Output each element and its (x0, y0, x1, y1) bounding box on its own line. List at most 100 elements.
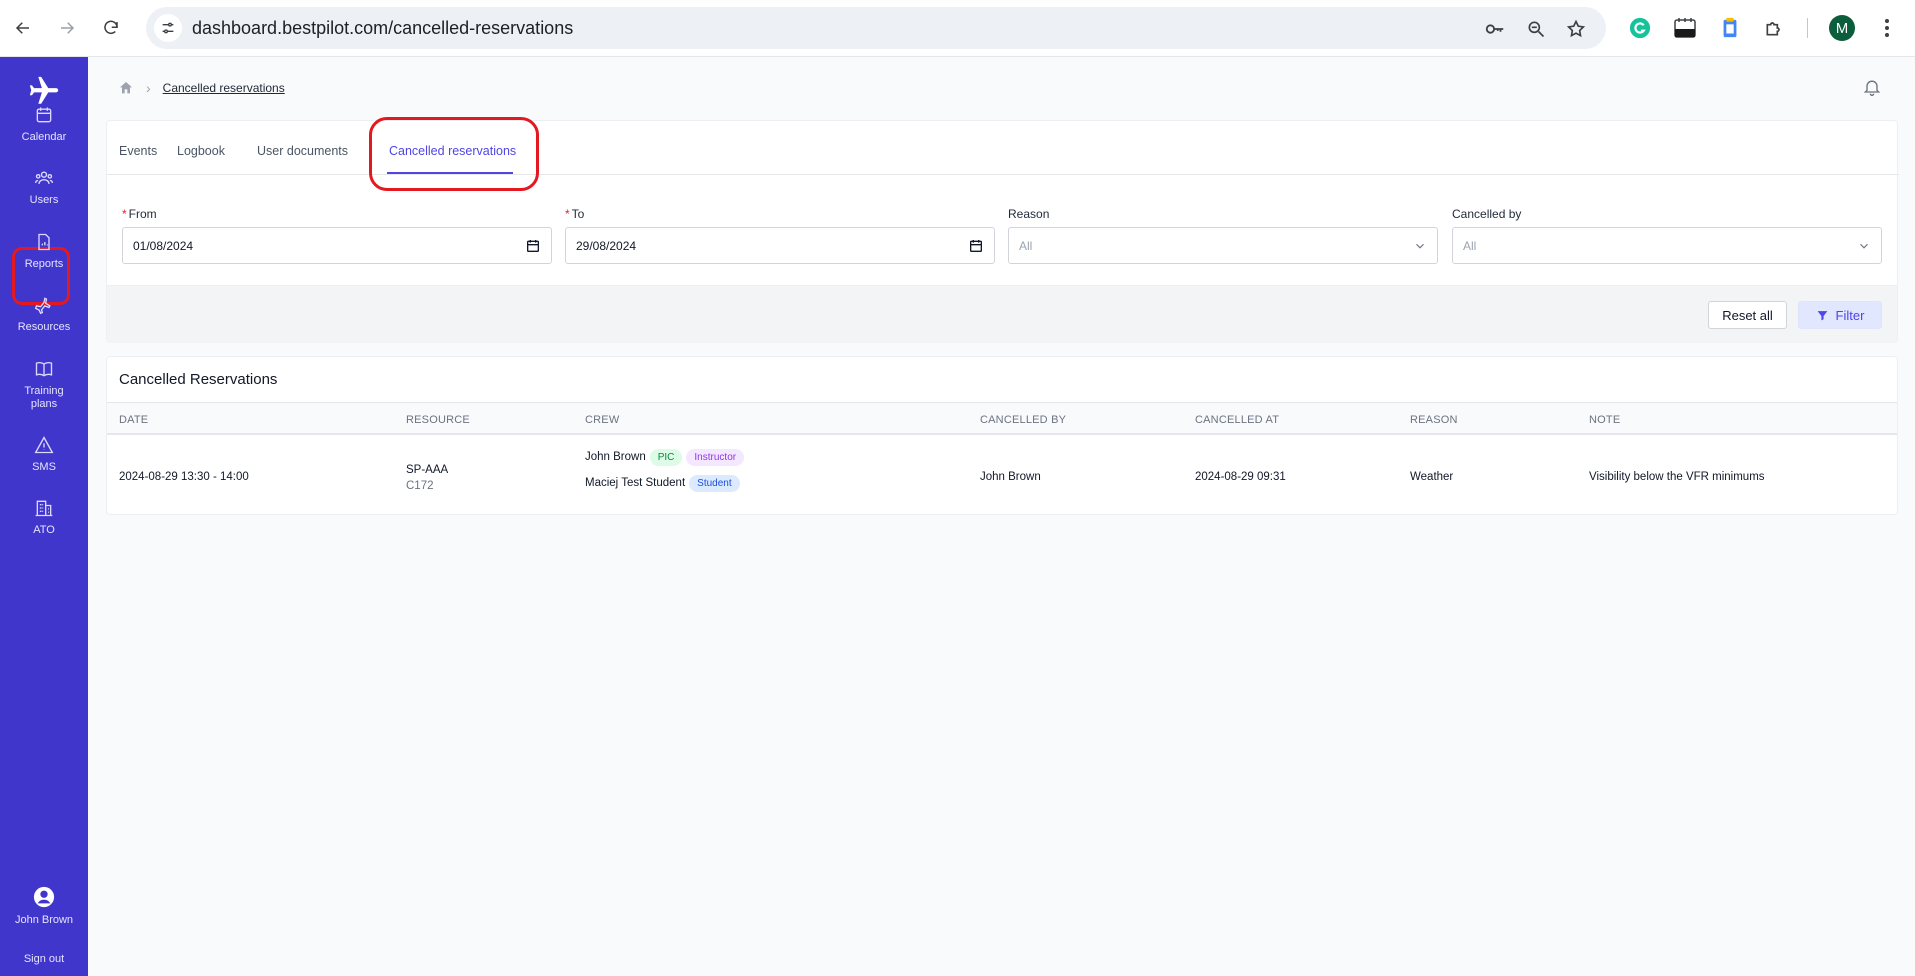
sidebar: Calendar Users Reports Resources Trainin… (0, 57, 88, 976)
url-text[interactable]: dashboard.bestpilot.com/cancelled-reserv… (192, 18, 573, 39)
menu-dots-icon[interactable] (1875, 16, 1899, 40)
to-label: * To (565, 207, 585, 221)
breadcrumb: › Cancelled reservations (118, 80, 285, 96)
row-resource-type: C172 (406, 480, 434, 492)
key-icon[interactable] (1484, 18, 1506, 40)
bell-icon[interactable] (1862, 77, 1882, 97)
calendar-picker-icon[interactable] (525, 238, 541, 254)
sidebar-item-training-plans[interactable]: Training plans (8, 359, 80, 411)
cancelled-by-select[interactable]: All (1452, 227, 1882, 264)
sidebar-item-resources[interactable]: Resources (8, 295, 80, 334)
to-date-input[interactable]: 29/08/2024 (565, 227, 995, 264)
new-extension-icon[interactable] (1673, 16, 1697, 40)
sidebar-item-ato[interactable]: ATO (8, 498, 80, 537)
users-icon (35, 171, 53, 184)
filter-button-label: Filter (1835, 307, 1865, 323)
tab-logbook[interactable]: Logbook (177, 144, 225, 158)
from-date-value: 01/08/2024 (133, 238, 194, 253)
column-header-crew[interactable]: CREW (585, 414, 619, 426)
role-badge-student: Student (689, 474, 740, 492)
sidebar-item-label: Calendar (21, 131, 67, 143)
tab-highlight (369, 117, 539, 191)
site-info-icon[interactable] (154, 14, 182, 42)
from-date-input[interactable]: 01/08/2024 (122, 227, 552, 264)
profile-avatar[interactable]: M (1829, 15, 1855, 41)
extensions-puzzle-icon[interactable] (1762, 16, 1786, 40)
plane-icon (34, 297, 51, 315)
row-note: Visibility below the VFR minimums (1589, 471, 1765, 483)
table-title: Cancelled Reservations (119, 371, 278, 388)
role-badge-instructor: Instructor (686, 448, 745, 466)
reason-select-value: All (1019, 238, 1033, 253)
sidebar-item-calendar[interactable]: Calendar (8, 105, 80, 144)
calendar-icon (36, 107, 52, 123)
filter-button[interactable]: Filter (1798, 301, 1882, 329)
table-header: DATE RESOURCE CREW CANCELLED BY CANCELLE… (107, 402, 1897, 435)
tab-bar: Events Logbook User documents Cancelled … (107, 117, 1899, 191)
filter-funnel-icon (1817, 310, 1827, 320)
row-resource: SP-AAA (406, 464, 449, 476)
reset-all-button[interactable]: Reset all (1708, 301, 1787, 329)
column-header-resource[interactable]: RESOURCE (406, 414, 470, 426)
sidebar-item-label: SMS (32, 461, 56, 473)
reason-label: Reason (1008, 207, 1050, 221)
browser-toolbar: dashboard.bestpilot.com/cancelled-reserv… (0, 0, 1915, 57)
sidebar-item-label: Reports (24, 258, 64, 270)
row-reason: Weather (1410, 471, 1454, 483)
sidebar-item-reports[interactable]: Reports (8, 232, 80, 271)
bookmark-star-icon[interactable] (1565, 18, 1587, 40)
cancelled-reservations-table: Cancelled Reservations DATE RESOURCE CRE… (106, 356, 1898, 515)
column-header-note[interactable]: NOTE (1589, 414, 1620, 426)
tab-events[interactable]: Events (119, 144, 157, 158)
user-avatar-icon (33, 886, 55, 908)
column-header-cancelled-by[interactable]: CANCELLED BY (980, 414, 1066, 426)
filter-actions: Reset all Filter (107, 285, 1897, 343)
chevron-down-icon (1860, 243, 1868, 249)
crew-name: Maciej Test Student (585, 477, 686, 489)
crew-member: Maciej Test Student Student (585, 473, 744, 493)
sidebar-item-label: Training plans (24, 385, 64, 410)
home-icon[interactable] (118, 80, 134, 96)
column-header-cancelled-at[interactable]: CANCELLED AT (1195, 414, 1279, 426)
building-icon (35, 500, 53, 517)
sidebar-item-label: Users (29, 194, 59, 206)
book-icon (35, 361, 53, 377)
row-crew: John Brown PIC Instructor Maciej Test St… (585, 447, 745, 493)
address-bar[interactable]: dashboard.bestpilot.com/cancelled-reserv… (146, 7, 1606, 49)
row-date: 2024-08-29 13:30 - 14:00 (119, 471, 249, 483)
reason-select[interactable]: All (1008, 227, 1438, 264)
cancelled-by-select-value: All (1463, 238, 1477, 253)
airplane-logo-icon[interactable] (27, 74, 61, 108)
crew-member: John Brown PIC Instructor (585, 447, 745, 467)
calendar-picker-icon[interactable] (968, 238, 984, 254)
crew-name: John Brown (585, 451, 646, 463)
grammarly-icon[interactable] (1628, 16, 1652, 40)
sidebar-item-users[interactable]: Users (8, 168, 80, 207)
sign-out-link[interactable]: Sign out (8, 947, 80, 966)
toolbar-separator (1807, 18, 1808, 38)
chevron-right-icon: › (146, 80, 151, 96)
tab-user-documents[interactable]: User documents (257, 144, 348, 158)
cancelled-by-label: Cancelled by (1452, 207, 1522, 221)
sidebar-item-sms[interactable]: SMS (8, 435, 80, 474)
reports-icon (38, 233, 50, 251)
sidebar-user-name: John Brown (14, 914, 74, 926)
role-badge-pic: PIC (649, 448, 683, 466)
filter-card: Events Logbook User documents Cancelled … (106, 117, 1899, 343)
forward-icon[interactable] (53, 14, 81, 42)
sidebar-user[interactable]: John Brown (8, 886, 80, 927)
chevron-down-icon (1416, 243, 1424, 249)
breadcrumb-current[interactable]: Cancelled reservations (163, 81, 285, 95)
sign-out-label[interactable]: Sign out (24, 953, 64, 966)
row-cancelled-at: 2024-08-29 09:31 (1195, 471, 1286, 483)
reload-icon[interactable] (97, 14, 125, 42)
column-header-reason[interactable]: REASON (1410, 414, 1458, 426)
back-icon[interactable] (9, 14, 37, 42)
row-cancelled-by: John Brown (980, 471, 1041, 483)
column-header-date[interactable]: DATE (119, 414, 148, 426)
from-label: * From (122, 207, 157, 221)
clipboard-extension-icon[interactable] (1718, 16, 1742, 40)
sidebar-item-label: Resources (17, 321, 71, 333)
warning-icon (34, 436, 54, 454)
zoom-icon[interactable] (1525, 18, 1547, 40)
